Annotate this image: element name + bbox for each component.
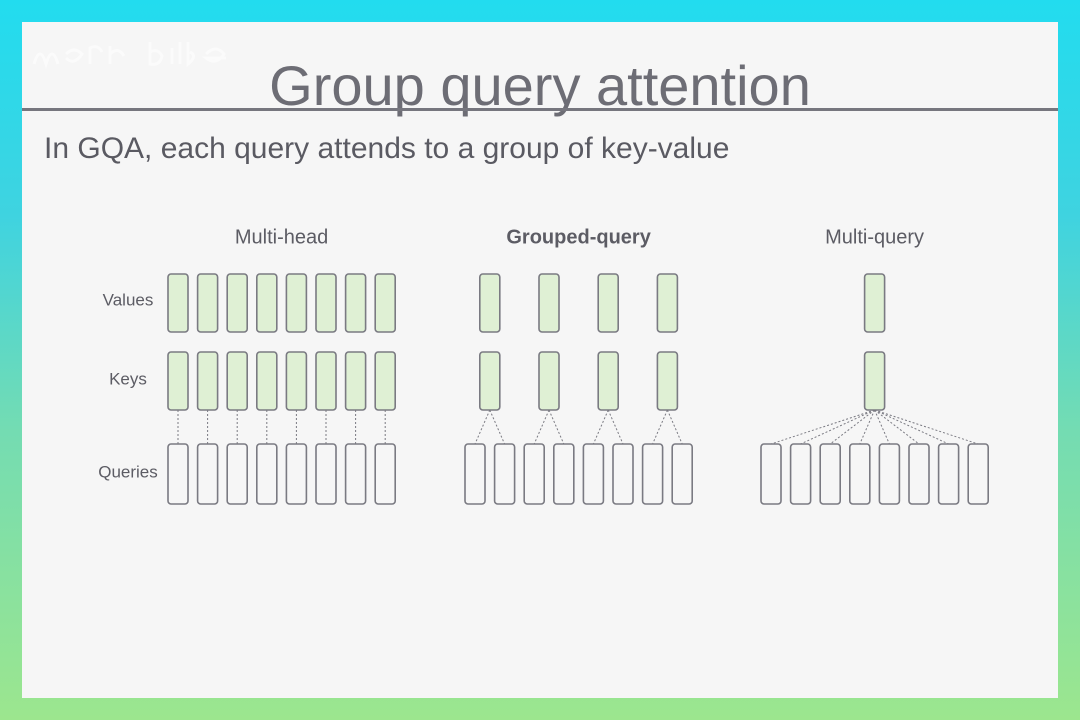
query-head-box: [285, 443, 308, 505]
query-head-box: [819, 443, 842, 505]
value-head-box: [538, 273, 560, 333]
row-label-keys: Keys: [109, 369, 147, 388]
row-labels: Values Keys Queries: [98, 290, 158, 481]
connector-line: [592, 409, 609, 445]
query-head-box: [464, 443, 486, 505]
value-head-box: [167, 273, 189, 333]
value-head-box: [863, 273, 886, 333]
query-head-box: [344, 443, 367, 505]
query-head-box: [582, 443, 605, 505]
panel-title: Multi-head: [235, 226, 328, 248]
row-label-queries: Queries: [98, 462, 158, 481]
query-head-box: [167, 443, 189, 505]
query-head-box: [671, 443, 694, 505]
query-head-box: [878, 443, 901, 505]
panel-title: Grouped-query: [506, 226, 651, 248]
query-head-box: [255, 443, 278, 505]
query-head-box: [612, 443, 634, 505]
diagram-panels: Multi-head Grouped-query Multi-query: [167, 226, 990, 505]
connector-line: [474, 409, 491, 445]
query-head-box: [641, 443, 664, 505]
connector-line: [800, 409, 875, 445]
key-head-box: [226, 351, 248, 411]
connector-line: [666, 409, 683, 445]
value-head-box: [597, 273, 620, 333]
value-head-box: [315, 273, 337, 333]
connector-line: [770, 409, 875, 445]
key-head-box: [285, 351, 308, 411]
key-head-box: [656, 351, 679, 411]
key-head-box: [374, 351, 397, 411]
query-head-box: [196, 443, 219, 505]
key-head-box: [167, 351, 189, 411]
panel-multi-head: Multi-head: [167, 226, 397, 505]
query-head-box: [315, 443, 337, 505]
connector-line: [489, 409, 506, 445]
row-label-values: Values: [103, 290, 154, 309]
key-head-box: [196, 351, 219, 411]
gqa-diagram: Values Keys Queries Multi-head Grouped-quer…: [98, 226, 990, 505]
key-head-box: [863, 351, 886, 411]
panel-multi-query: Multi-query: [760, 226, 990, 505]
connector-line: [533, 409, 550, 445]
key-head-box: [478, 351, 501, 411]
value-head-box: [478, 273, 501, 333]
query-head-box: [967, 443, 990, 505]
connector-line: [874, 409, 979, 445]
query-head-box: [493, 443, 516, 505]
key-head-box: [315, 351, 337, 411]
connector-line: [874, 409, 949, 445]
query-head-box: [789, 443, 812, 505]
key-head-box: [344, 351, 367, 411]
key-head-box: [597, 351, 620, 411]
key-head-box: [255, 351, 278, 411]
value-head-box: [344, 273, 367, 333]
query-head-box: [226, 443, 248, 505]
query-head-box: [760, 443, 782, 505]
connector-line: [652, 409, 668, 445]
connector-line: [548, 409, 565, 445]
query-head-box: [908, 443, 930, 505]
query-head-box: [552, 443, 575, 505]
value-head-box: [656, 273, 679, 333]
value-head-box: [196, 273, 219, 333]
panel-title: Multi-query: [825, 226, 924, 248]
value-head-box: [255, 273, 278, 333]
query-head-box: [523, 443, 546, 505]
value-head-box: [226, 273, 248, 333]
connector-line: [607, 409, 624, 445]
value-head-box: [285, 273, 308, 333]
query-head-box: [848, 443, 871, 505]
value-head-box: [374, 273, 397, 333]
query-head-box: [937, 443, 960, 505]
key-head-box: [538, 351, 560, 411]
panel-grouped-query: Grouped-query: [464, 226, 694, 505]
query-head-box: [374, 443, 397, 505]
